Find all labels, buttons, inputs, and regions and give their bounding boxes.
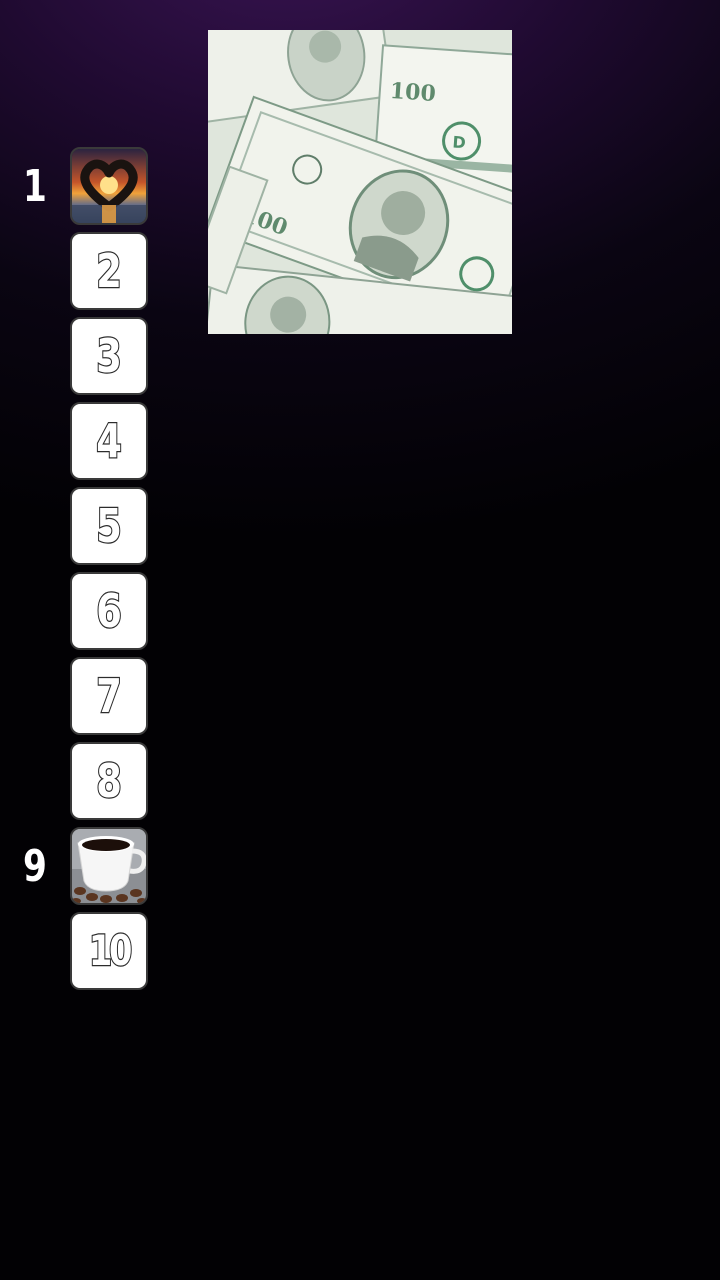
coffee-cup-icon: [72, 829, 146, 903]
slot-tile-2[interactable]: 2: [70, 232, 148, 310]
slot-tile-10[interactable]: 10: [70, 912, 148, 990]
money-image: 100 D 100: [208, 30, 512, 334]
money-dollar-bills-icon: 100 D 100: [208, 30, 512, 334]
rank-number: 9: [23, 841, 47, 892]
svg-text:100: 100: [389, 78, 437, 107]
slot-row-6: 6: [0, 572, 200, 652]
slot-label: 2: [95, 243, 123, 300]
slot-label: 7: [95, 668, 123, 725]
slot-row-2: 2: [0, 232, 200, 312]
slot-label: 3: [95, 328, 123, 385]
slot-label: 8: [95, 753, 123, 810]
heart-hands-sunset-icon: [72, 149, 146, 223]
answer-slot-list: 1 2 3 4 5 6 7 8 9 10: [0, 0, 200, 1280]
slot-row-8: 8: [0, 742, 200, 822]
slot-row-4: 4: [0, 402, 200, 482]
slot-row-3: 3: [0, 317, 200, 397]
slot-row-9: 9: [0, 827, 200, 907]
slot-label: 10: [88, 925, 134, 977]
slot-row-10: 10: [0, 912, 200, 992]
slot-row-1: 1: [0, 147, 200, 227]
slot-tile-1[interactable]: [70, 147, 148, 225]
slot-row-7: 7: [0, 657, 200, 737]
slot-label: 6: [95, 583, 123, 640]
slot-label: 5: [95, 498, 123, 555]
slot-tile-4[interactable]: 4: [70, 402, 148, 480]
slot-tile-9[interactable]: [70, 827, 148, 905]
slot-tile-8[interactable]: 8: [70, 742, 148, 820]
slot-tile-7[interactable]: 7: [70, 657, 148, 735]
slot-tile-3[interactable]: 3: [70, 317, 148, 395]
svg-text:D: D: [452, 132, 467, 152]
slot-tile-6[interactable]: 6: [70, 572, 148, 650]
slot-label: 4: [95, 413, 123, 470]
rank-number: 1: [23, 161, 47, 212]
slot-tile-5[interactable]: 5: [70, 487, 148, 565]
slot-row-5: 5: [0, 487, 200, 567]
